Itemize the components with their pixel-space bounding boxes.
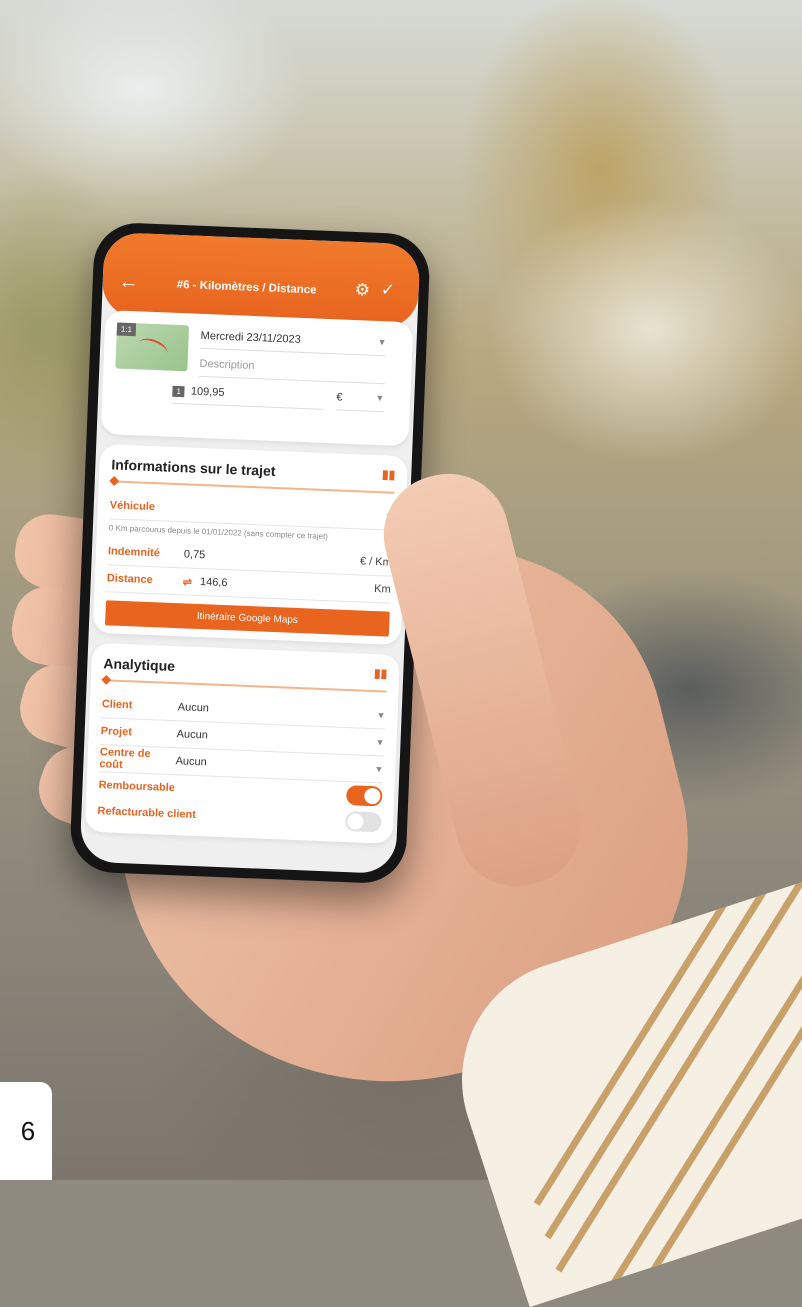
page-number: 6: [0, 1082, 52, 1180]
sleeve-stripe: [577, 911, 802, 1307]
section-title: Analytique ▮▮: [103, 655, 387, 682]
allowance-label: Indemnité: [107, 545, 161, 560]
section-title-text: Informations sur le trajet: [111, 456, 276, 479]
currency-value: €: [336, 391, 343, 404]
distance-value: 146,6: [199, 576, 228, 590]
client-value: Aucun: [177, 701, 210, 715]
gear-icon[interactable]: ⚙: [354, 280, 370, 301]
section-title: Informations sur le trajet ▮▮: [111, 456, 395, 483]
date-field[interactable]: Mercredi 23/11/2023 ▼: [200, 329, 387, 357]
check-icon[interactable]: ✓: [380, 280, 395, 301]
refundable-toggle[interactable]: [345, 785, 383, 807]
section-divider: [102, 679, 387, 693]
distance-label: Distance: [106, 572, 153, 587]
cost-center-value: Aucun: [175, 755, 208, 769]
description-field[interactable]: Description: [199, 357, 386, 385]
client-label: Client: [101, 698, 133, 712]
analytics-card: Analytique ▮▮ Client Aucun ▼ Projet Aucu…: [84, 642, 401, 844]
date-value: Mercredi 23/11/2023: [200, 329, 301, 346]
toggle-knob: [346, 813, 364, 830]
google-maps-button[interactable]: Itinéraire Google Maps: [104, 600, 390, 637]
vehicle-label: Véhicule: [109, 499, 156, 514]
chevron-down-icon: ▼: [375, 392, 385, 404]
amount-badge: 1: [172, 385, 186, 398]
section-divider: [110, 480, 395, 494]
toggle-knob: [364, 787, 381, 805]
project-label: Projet: [100, 725, 133, 739]
currency-select[interactable]: € ▼: [335, 391, 385, 413]
thumbnail-badge: 1:1: [116, 322, 137, 337]
trip-card: Informations sur le trajet ▮▮ Véhicule ▼…: [92, 443, 409, 646]
project-value: Aucun: [176, 728, 209, 742]
rebillable-toggle[interactable]: [344, 811, 382, 833]
vehicle-value: [186, 508, 385, 516]
bar-chart-icon[interactable]: ▮▮: [374, 666, 388, 681]
rebillable-label: Refacturable client: [97, 805, 197, 822]
chevron-down-icon: ▼: [376, 710, 386, 721]
route-line: [136, 334, 171, 362]
signpost-icon: ⇌: [182, 575, 193, 589]
cost-center-label: Centre de coût: [99, 746, 151, 772]
back-arrow-icon[interactable]: ←: [118, 271, 139, 295]
amount-value: 109,95: [190, 385, 225, 399]
refundable-label: Remboursable: [98, 779, 176, 795]
description-placeholder: Description: [199, 357, 255, 373]
distance-unit: Km: [373, 583, 391, 596]
page-title: #6 - Kilomètres / Distance: [176, 278, 317, 297]
expense-card: 1:1 Mercredi 23/11/2023 ▼ Description 11…: [100, 310, 414, 447]
chevron-down-icon: ▼: [375, 737, 385, 748]
phone-screen: ← #6 - Kilomètres / Distance ⚙ ✓ 1:1 Mer…: [79, 231, 421, 875]
map-thumbnail[interactable]: 1:1: [115, 322, 190, 372]
bar-chart-icon[interactable]: ▮▮: [382, 467, 396, 482]
chevron-down-icon: ▼: [374, 764, 384, 775]
phone: ← #6 - Kilomètres / Distance ⚙ ✓ 1:1 Mer…: [69, 221, 431, 885]
amount-field[interactable]: 1 109,95: [171, 384, 325, 410]
chevron-down-icon: ▼: [377, 336, 387, 348]
allowance-value: 0,75: [183, 548, 206, 562]
section-title-text: Analytique: [103, 655, 176, 675]
